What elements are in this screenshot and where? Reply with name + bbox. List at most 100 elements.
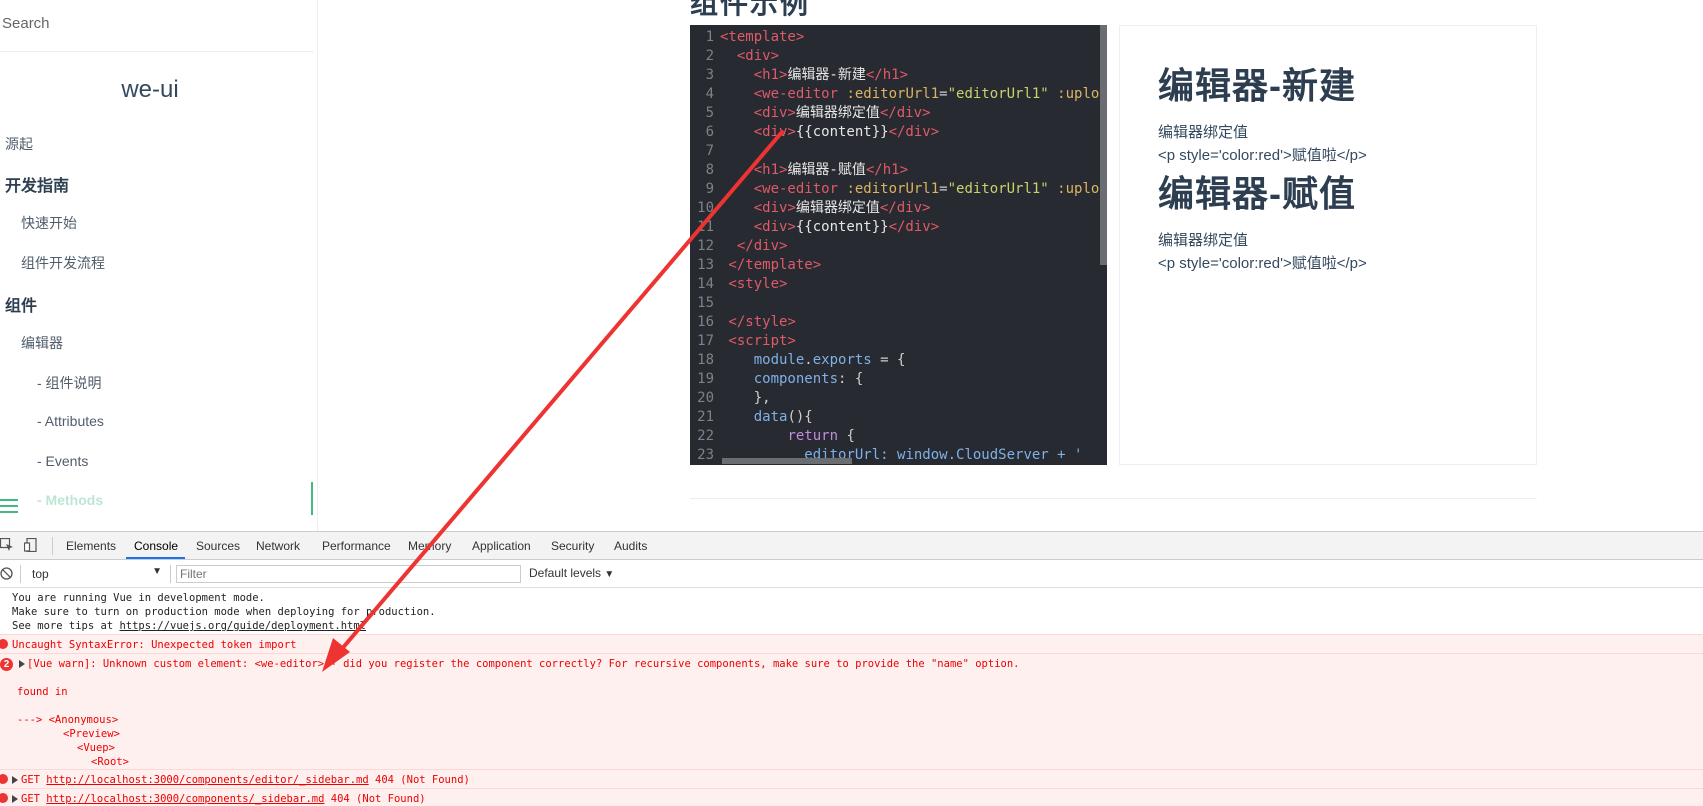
code-line[interactable]: 21 data(){	[690, 408, 1100, 427]
toolbar-divider	[20, 565, 21, 583]
code-line[interactable]: 22 return {	[690, 427, 1100, 446]
code-token: <script>	[720, 333, 796, 349]
code-token: components	[753, 371, 839, 387]
code-line[interactable]: 13 </template>	[690, 256, 1100, 275]
editor-horizontal-scrollbar[interactable]	[722, 458, 852, 464]
tab-sources[interactable]: Sources	[196, 539, 240, 553]
line-number: 12	[697, 238, 714, 254]
expand-triangle-icon[interactable]	[12, 776, 18, 784]
console-link[interactable]: https://vuejs.org/guide/deployment.html	[119, 620, 366, 632]
console-message-network-error: GET http://localhost:3000/components/_si…	[0, 788, 1703, 806]
dropdown-arrow-icon: ▼	[604, 569, 615, 580]
sidebar-item-editor[interactable]: 编辑器	[21, 333, 63, 353]
expand-triangle-icon[interactable]	[19, 660, 25, 668]
console-filter-input[interactable]	[176, 565, 521, 583]
code-line[interactable]: 1 <template>	[690, 28, 1100, 47]
code-token: <we-editor	[720, 181, 847, 197]
code-line[interactable]: 6 <div>{{content}}</div>	[690, 123, 1100, 142]
editor-vertical-scrollbar[interactable]	[1100, 25, 1107, 265]
code-token: },	[720, 390, 771, 406]
line-number: 18	[697, 352, 714, 368]
line-number: 3	[705, 67, 714, 83]
code-line[interactable]: 19 components: {	[690, 370, 1100, 389]
sidebar-item-component-desc[interactable]: - 组件说明	[37, 373, 102, 393]
code-token: =	[939, 181, 948, 197]
console-error-text: 404 (Not Found)	[368, 774, 470, 786]
code-line[interactable]: 2 <div>	[690, 47, 1100, 66]
tab-performance[interactable]: Performance	[322, 539, 391, 553]
code-line[interactable]: 8 <h1>编辑器-赋值</h1>	[690, 161, 1100, 180]
sidebar: we-ui 源起 开发指南 快速开始 组件开发流程 组件 编辑器 - 组件说明 …	[0, 0, 318, 531]
tab-security[interactable]: Security	[551, 539, 594, 553]
sidebar-item-dev-process[interactable]: 组件开发流程	[21, 253, 105, 273]
code-line[interactable]: 10 <div>编辑器绑定值</div>	[690, 199, 1100, 218]
code-line[interactable]: 5 <div>编辑器绑定值</div>	[690, 104, 1100, 123]
code-token: data	[753, 409, 788, 425]
code-token: <div>	[720, 124, 796, 140]
console-message-error: Uncaught SyntaxError: Unexpected token i…	[0, 634, 1703, 653]
code-editor[interactable]: 1 <template> 2 <div> 3 <h1>编辑器-新建</h1> 4 <we…	[690, 25, 1107, 465]
code-line[interactable]: 9 <we-editor :editorUrl1="editorUrl1" :u…	[690, 180, 1100, 199]
sidebar-item-origin[interactable]: 源起	[5, 134, 33, 154]
sidebar-item-events[interactable]: - Events	[37, 453, 88, 469]
code-line[interactable]: 18 module.exports = {	[690, 351, 1100, 370]
inspect-element-icon[interactable]	[0, 538, 14, 552]
search-input[interactable]	[2, 15, 302, 32]
code-token: <style>	[720, 276, 788, 292]
tab-application[interactable]: Application	[472, 539, 531, 553]
code-line[interactable]: 14 <style>	[690, 275, 1100, 294]
code-line[interactable]: 3 <h1>编辑器-新建</h1>	[690, 66, 1100, 85]
clear-console-icon[interactable]	[0, 567, 13, 580]
active-indicator	[311, 482, 313, 515]
tab-network[interactable]: Network	[256, 539, 300, 553]
tab-audits[interactable]: Audits	[614, 539, 647, 553]
context-selector[interactable]: top ▼	[26, 565, 164, 583]
tab-elements[interactable]: Elements	[66, 539, 116, 553]
console-error-text: found in	[17, 686, 68, 698]
line-number: 15	[697, 295, 714, 311]
code-token: "editorUrl1"	[947, 181, 1058, 197]
error-icon	[0, 639, 8, 649]
console-link[interactable]: http://localhost:3000/components/_sideba…	[46, 793, 324, 805]
code-line[interactable]: 4 <we-editor :editorUrl1="editorUrl1" :u…	[690, 85, 1100, 104]
sidebar-item-methods[interactable]: - Methods	[37, 492, 103, 508]
section-heading: 组件示例	[690, 0, 811, 19]
code-token: 编辑器绑定值	[795, 105, 880, 121]
code-line[interactable]: 12 </div>	[690, 237, 1100, 256]
line-number: 8	[705, 162, 714, 178]
sidebar-group-components[interactable]: 组件	[5, 292, 37, 316]
code-token: </h1>	[865, 162, 909, 178]
line-number: 1	[705, 29, 714, 45]
line-number: 23	[697, 447, 714, 463]
code-token: 编辑器-新建	[787, 67, 866, 83]
code-line[interactable]: 15	[690, 294, 1100, 313]
tab-memory[interactable]: Memory	[408, 539, 451, 553]
code-line[interactable]: 20 },	[690, 389, 1100, 408]
code-token: <div>	[720, 48, 780, 64]
device-toolbar-icon[interactable]	[24, 538, 38, 552]
tab-console[interactable]: Console	[134, 539, 178, 553]
hamburger-menu-icon[interactable]	[0, 499, 18, 515]
sidebar-item-quick-start[interactable]: 快速开始	[21, 213, 77, 233]
log-levels-dropdown[interactable]: Default levels ▼	[529, 566, 614, 580]
devtools-panel: Elements Console Sources Network Perform…	[0, 531, 1703, 806]
code-line[interactable]: 7	[690, 142, 1100, 161]
code-line[interactable]: 17 <script>	[690, 332, 1100, 351]
line-number: 14	[697, 276, 714, 292]
line-number: 13	[697, 257, 714, 273]
code-token: =	[939, 86, 948, 102]
message-count-badge: 2	[0, 658, 13, 671]
app-name[interactable]: we-ui	[0, 76, 300, 104]
code-token: = {	[871, 352, 906, 368]
code-line[interactable]: 11 <div>{{content}}</div>	[690, 218, 1100, 237]
code-token: :editorUrl1	[846, 181, 940, 197]
sidebar-item-attributes[interactable]: - Attributes	[37, 413, 104, 429]
console-trace-line: <Vuep>	[77, 742, 115, 754]
sidebar-group-dev-guide[interactable]: 开发指南	[5, 172, 69, 196]
expand-triangle-icon[interactable]	[12, 795, 18, 803]
code-line[interactable]: 16 </style>	[690, 313, 1100, 332]
code-token: </div>	[879, 200, 931, 216]
code-token: {{content}}	[795, 124, 889, 140]
console-link[interactable]: http://localhost:3000/components/editor/…	[46, 774, 368, 786]
log-levels-label: Default levels	[529, 566, 602, 580]
